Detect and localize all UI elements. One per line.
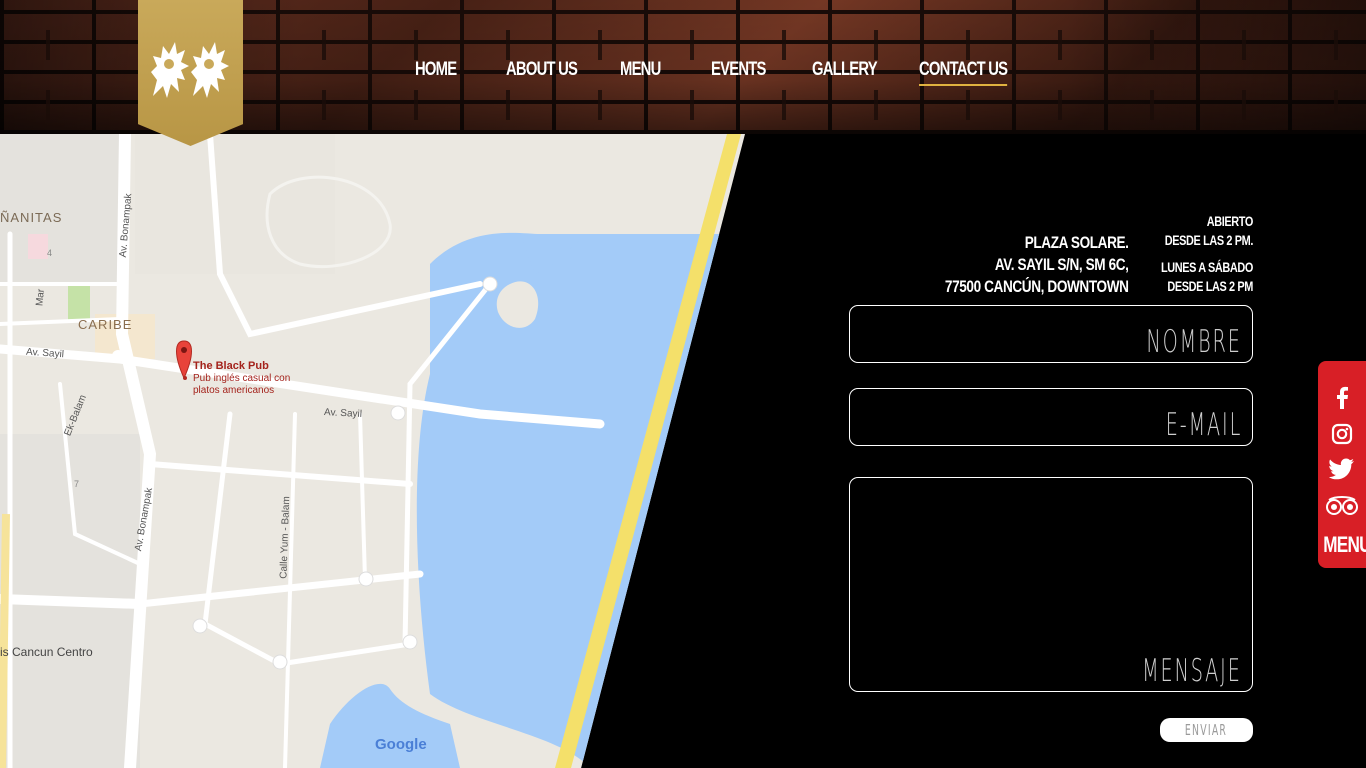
lions-logo-icon	[150, 42, 229, 98]
hours-line: LUNES A SÁBADO	[1160, 259, 1253, 275]
send-button-label: ENVIAR	[1185, 721, 1228, 739]
message-field[interactable]: MENSAJE	[849, 477, 1253, 692]
map-label-street: Mar	[34, 288, 47, 307]
email-field[interactable]: E-MAIL	[849, 388, 1253, 446]
map-label-number: 7	[74, 479, 80, 489]
instagram-icon[interactable]	[1318, 423, 1366, 445]
social-sidebar: MENU	[1318, 361, 1366, 568]
map-pin-title[interactable]: The Black Pub	[193, 360, 269, 372]
map-pin-description: Pub inglés casual con	[193, 373, 291, 384]
nav-gallery[interactable]: GALLERY	[812, 56, 878, 86]
address-line: AV. SAYIL S/N, SM 6C,	[995, 255, 1129, 274]
address-line: PLAZA SOLARE.	[1025, 233, 1129, 252]
nav-about-us[interactable]: ABOUT US	[506, 56, 578, 86]
nav-contact-us[interactable]: CONTACT US	[919, 56, 1008, 86]
address-line: 77500 CANCÚN, DOWNTOWN	[945, 277, 1129, 296]
map-label-place: is Cancun Centro	[0, 645, 93, 659]
message-placeholder: MENSAJE	[1142, 653, 1242, 689]
logo-badge[interactable]	[138, 0, 243, 146]
map-label-number: 4	[47, 248, 53, 258]
nav-menu[interactable]: MENU	[620, 56, 661, 86]
map-graphic	[0, 134, 745, 768]
map-label-neighborhood: ÑANITAS	[0, 210, 63, 225]
hours-line: ABIERTO	[1206, 213, 1254, 229]
menu-button[interactable]: MENU	[1323, 533, 1366, 557]
hours-line: DESDE LAS 2 PM	[1167, 278, 1253, 294]
name-placeholder: NOMBRE	[1146, 324, 1242, 360]
location-map[interactable]: ÑANITAS CARIBE Av. Sayil Av. Sayil Av. B…	[0, 134, 745, 768]
map-label-caribe: CARIBE	[78, 317, 133, 332]
tripadvisor-icon[interactable]	[1318, 496, 1366, 516]
twitter-icon[interactable]	[1318, 458, 1366, 480]
opening-hours: ABIERTO DESDE LAS 2 PM. LUNES A SÁBADO D…	[1135, 212, 1253, 296]
facebook-icon[interactable]	[1318, 385, 1366, 409]
map-pin-description: platos americanos	[193, 385, 275, 396]
nav-events[interactable]: EVENTS	[711, 56, 766, 86]
address-block: PLAZA SOLARE. AV. SAYIL S/N, SM 6C, 7750…	[899, 232, 1129, 298]
email-placeholder: E-MAIL	[1165, 407, 1242, 443]
nav-home[interactable]: HOME	[415, 56, 457, 86]
name-field[interactable]: NOMBRE	[849, 305, 1253, 363]
map-pin-icon[interactable]	[176, 340, 192, 380]
google-logo: Google	[375, 736, 427, 753]
map-label-street: Av. Sayil	[323, 407, 363, 420]
hours-line: DESDE LAS 2 PM.	[1164, 232, 1254, 248]
send-button[interactable]: ENVIAR	[1160, 718, 1253, 742]
